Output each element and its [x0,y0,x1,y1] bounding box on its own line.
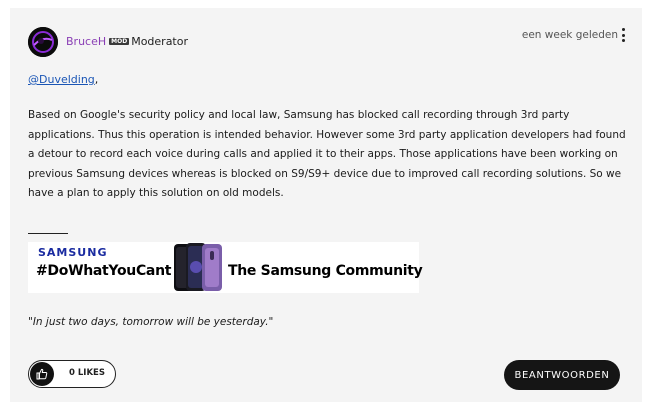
signature-divider [28,233,68,234]
samsung-logo-text: SAMSUNG [38,246,108,259]
avatar[interactable] [28,27,58,57]
post-timestamp: een week geleden [521,29,618,41]
post-body: Based on Google's security policy and lo… [28,109,626,199]
post-card [10,8,642,402]
mention-line: @Duvelding, [28,73,98,86]
like-button[interactable]: 0 LIKES [28,360,116,388]
thumbs-up-icon[interactable] [30,362,54,386]
author-info: BruceH MOD Moderator [66,35,188,49]
likes-count: 0 LIKES [69,368,105,378]
mention-suffix: , [94,73,99,86]
phones-image [172,242,224,297]
reply-button[interactable]: BEANTWOORDEN [504,360,620,390]
signature-community: The Samsung Community [228,263,423,279]
author-username[interactable]: BruceH [66,35,106,48]
signature-hashtag: #DoWhatYouCant [36,263,172,279]
signature-banner: SAMSUNG #DoWhatYouCant The Samsung Commu… [28,242,423,293]
author-role: Moderator [131,35,189,48]
moderator-badge: MOD [109,38,130,45]
mention-link[interactable]: @Duvelding [28,73,95,86]
signature-quote: "In just two days, tomorrow will be yest… [28,316,274,328]
more-options-icon[interactable] [620,28,626,42]
